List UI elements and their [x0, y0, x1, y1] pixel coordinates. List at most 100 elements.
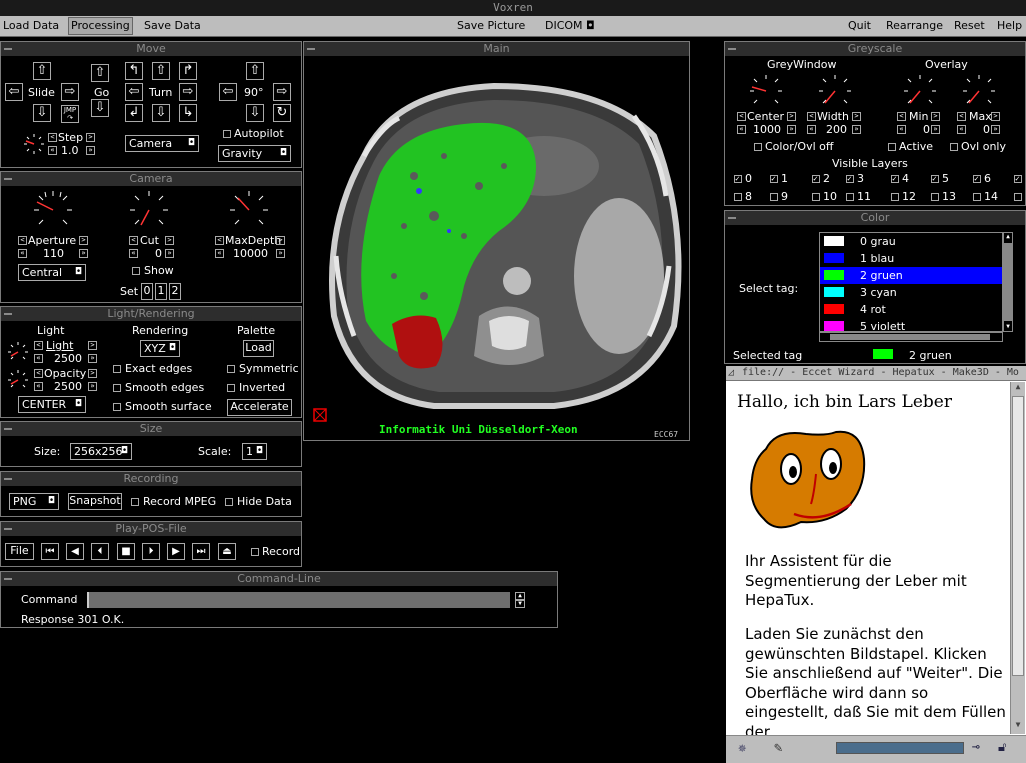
tag-list-hscrollbar[interactable]: [819, 332, 1003, 342]
next-icon[interactable]: ⏵: [142, 543, 160, 560]
max-dec-button[interactable]: <: [957, 112, 966, 121]
wizard-scrollbar[interactable]: ▲ ▼: [1010, 382, 1025, 734]
set-2-button[interactable]: 2: [169, 283, 181, 300]
aperture-inc2-button[interactable]: »: [79, 249, 88, 258]
layer-5-checkbox[interactable]: ✓: [931, 175, 939, 183]
turn-up-button[interactable]: ⇧: [152, 62, 170, 80]
cut-dial-icon[interactable]: [129, 190, 169, 230]
render-select[interactable]: XYZ: [140, 340, 180, 357]
menu-save-data[interactable]: Save Data: [144, 19, 201, 32]
slide-down-button[interactable]: ⇩: [33, 104, 51, 122]
max-inc2-button[interactable]: »: [991, 125, 1000, 134]
rot-down-button[interactable]: ⇩: [246, 104, 264, 122]
step-inc-button[interactable]: >: [86, 133, 95, 142]
turn-left-button[interactable]: ⇦: [125, 83, 143, 101]
turn-downright-button[interactable]: ↳: [179, 104, 197, 122]
maxdepth-dial-icon[interactable]: [229, 190, 269, 230]
file-button[interactable]: File: [5, 543, 34, 560]
width-dec2-button[interactable]: «: [807, 125, 816, 134]
width-inc2-button[interactable]: »: [852, 125, 861, 134]
menu-dicom[interactable]: DICOM ◘: [545, 19, 595, 32]
width-inc-button[interactable]: >: [852, 112, 861, 121]
gravity-select[interactable]: Gravity: [218, 145, 291, 162]
set-0-button[interactable]: 0: [141, 283, 153, 300]
menu-quit[interactable]: Quit: [848, 19, 871, 32]
snapshot-button[interactable]: Snapshot: [68, 493, 122, 510]
tag-row[interactable]: 3 cyan: [820, 284, 1002, 301]
aperture-inc-button[interactable]: >: [79, 236, 88, 245]
ct-slice-image[interactable]: [304, 56, 690, 441]
tag-list[interactable]: 0 grau 1 blau 2 gruen 3 cyan 4 rot 5 violett: [819, 232, 1003, 333]
smooth-edges-checkbox[interactable]: [113, 384, 121, 392]
wizard-scroll-thumb[interactable]: [1012, 396, 1024, 676]
format-select[interactable]: PNG: [9, 493, 59, 510]
inverted-checkbox[interactable]: [227, 384, 235, 392]
menu-processing[interactable]: Processing: [68, 17, 133, 35]
opacity-dial-icon[interactable]: [7, 369, 29, 391]
layer-6-checkbox[interactable]: ✓: [973, 175, 981, 183]
layer-0-checkbox[interactable]: ✓: [734, 175, 742, 183]
maxdepth-inc-button[interactable]: >: [276, 236, 285, 245]
color-ovl-checkbox[interactable]: [754, 143, 762, 151]
rewind-icon[interactable]: ⏮: [41, 543, 59, 560]
menu-help[interactable]: Help: [997, 19, 1022, 32]
layer-11-checkbox[interactable]: [846, 193, 854, 201]
light-dec2-button[interactable]: «: [34, 354, 43, 363]
wizard-edit-icon[interactable]: ✎: [774, 740, 782, 756]
stop-icon[interactable]: ■: [117, 543, 135, 560]
min-inc-button[interactable]: >: [931, 112, 940, 121]
turn-down-button[interactable]: ⇩: [152, 104, 170, 122]
hscroll-thumb[interactable]: [830, 334, 990, 340]
opacity-inc2-button[interactable]: »: [88, 382, 97, 391]
wizard-scroll-down-icon[interactable]: ▼: [1011, 720, 1025, 732]
step-dec2-button[interactable]: «: [48, 146, 57, 155]
autopilot-checkbox[interactable]: [223, 130, 231, 138]
turn-upright-button[interactable]: ↱: [179, 62, 197, 80]
cut-dec-button[interactable]: <: [129, 236, 138, 245]
light-inc-button[interactable]: >: [88, 341, 97, 350]
layer-13-checkbox[interactable]: [931, 193, 939, 201]
rot-cw-button[interactable]: ↻: [273, 104, 291, 122]
cut-inc2-button[interactable]: »: [165, 249, 174, 258]
command-up-button[interactable]: ▲: [515, 592, 525, 600]
max-dec2-button[interactable]: «: [957, 125, 966, 134]
slide-up-button[interactable]: ⇧: [33, 62, 51, 80]
exact-edges-checkbox[interactable]: [113, 365, 121, 373]
layer-1-checkbox[interactable]: ✓: [770, 175, 778, 183]
tag-row[interactable]: 2 gruen: [820, 267, 1002, 284]
command-down-button[interactable]: ▼: [515, 600, 525, 608]
layer-7-checkbox[interactable]: ✓: [1014, 175, 1022, 183]
scale-select[interactable]: 1: [242, 443, 267, 460]
aperture-dial-icon[interactable]: [33, 190, 73, 230]
opacity-dec2-button[interactable]: «: [34, 382, 43, 391]
prev-icon[interactable]: ⏴: [91, 543, 109, 560]
min-dec-button[interactable]: <: [897, 112, 906, 121]
step-dec-button[interactable]: <: [48, 133, 57, 142]
tag-row[interactable]: 1 blau: [820, 250, 1002, 267]
layer-10-checkbox[interactable]: [812, 193, 820, 201]
active-checkbox[interactable]: [888, 143, 896, 151]
command-input[interactable]: [87, 592, 510, 608]
layer-9-checkbox[interactable]: [770, 193, 778, 201]
eject-icon[interactable]: ⏏: [218, 543, 236, 560]
center-dec2-button[interactable]: «: [737, 125, 746, 134]
layer-4-checkbox[interactable]: ✓: [891, 175, 899, 183]
set-1-button[interactable]: 1: [155, 283, 167, 300]
opacity-inc-button[interactable]: >: [88, 369, 97, 378]
opacity-dec-button[interactable]: <: [34, 369, 43, 378]
min-inc2-button[interactable]: »: [931, 125, 940, 134]
scroll-up-icon[interactable]: ▲: [1004, 233, 1012, 241]
menu-save-picture[interactable]: Save Picture: [457, 19, 525, 32]
light-dial-icon[interactable]: [7, 341, 29, 363]
turn-downleft-button[interactable]: ↲: [125, 104, 143, 122]
accelerate-button[interactable]: Accelerate: [227, 399, 292, 416]
width-dial-icon[interactable]: [818, 74, 852, 108]
go-back-button[interactable]: ⇩: [91, 99, 109, 117]
fast-forward-icon[interactable]: ⏭: [192, 543, 210, 560]
step-inc2-button[interactable]: »: [86, 146, 95, 155]
center-select[interactable]: CENTER: [18, 396, 86, 413]
tag-list-scrollbar[interactable]: ▲ ▼: [1003, 232, 1013, 332]
camera-mode-select[interactable]: Central: [18, 264, 86, 281]
go-forward-button[interactable]: ⇧: [91, 64, 109, 82]
light-inc2-button[interactable]: »: [88, 354, 97, 363]
